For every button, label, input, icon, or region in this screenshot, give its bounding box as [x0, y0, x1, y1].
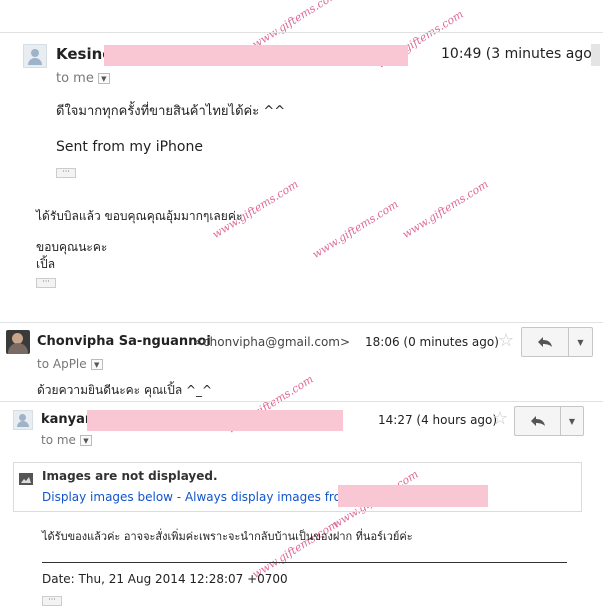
- reply-button[interactable]: [522, 328, 569, 356]
- reply-button-group: ▼: [521, 327, 593, 357]
- scrollbar[interactable]: [591, 44, 600, 66]
- image-icon: [19, 470, 33, 489]
- reply-arrow-icon: [530, 416, 545, 426]
- divider: [0, 32, 603, 33]
- images-notice-links: Display images below - Always display im…: [42, 490, 353, 504]
- message-body: ดีใจมากทุกครั้งที่ขายสินค้าไทยได้ค่ะ ^^: [56, 104, 286, 119]
- ellipsis-icon[interactable]: ···: [56, 168, 76, 178]
- chevron-down-icon[interactable]: ▼: [561, 407, 583, 435]
- divider: [0, 322, 603, 323]
- divider: [42, 562, 567, 563]
- redacted-email: [338, 485, 488, 507]
- date-line: Date: Thu, 21 Aug 2014 12:28:07 +0700: [42, 572, 288, 586]
- message-body: ได้รับของแล้วค่ะ อาจจะสั่งเพิ่มค่ะเพราะจ…: [42, 530, 413, 543]
- avatar: [6, 330, 30, 354]
- star-icon[interactable]: ☆: [498, 332, 514, 350]
- chevron-down-icon[interactable]: ▼: [90, 359, 103, 370]
- message-body: ด้วยความยินดีนะคะ คุณเปิ้ล ^_^: [37, 383, 213, 397]
- link-separator: -: [172, 490, 185, 504]
- recipient-line: to me ▼: [41, 433, 92, 447]
- sender-email: <chonvipha@gmail.com>: [193, 335, 351, 349]
- reply-button-group: ▼: [514, 406, 584, 436]
- watermark: www.giftems.com: [310, 197, 401, 262]
- watermark: www.giftems.com: [400, 177, 491, 242]
- ellipsis-icon[interactable]: ···: [42, 596, 62, 606]
- star-icon[interactable]: ☆: [492, 410, 508, 428]
- reply-text: เปิ้ล: [36, 257, 56, 271]
- person-icon: [23, 44, 47, 68]
- sender-name[interactable]: Chonvipha Sa-nguannoi: [37, 334, 211, 349]
- reply-button[interactable]: [515, 407, 561, 435]
- recipient-label: to ApPle: [37, 357, 87, 371]
- message-time: 18:06 (0 minutes ago): [365, 335, 499, 349]
- watermark: www.giftems.com: [250, 0, 341, 52]
- always-display-link[interactable]: Always display images from: [185, 490, 353, 504]
- message-time: 14:27 (4 hours ago): [378, 413, 498, 427]
- redacted-email: [87, 410, 343, 431]
- reply-text: ได้รับบิลแล้ว ขอบคุณคุณอุ้มมากๆเลยค่ะ: [36, 209, 243, 223]
- recipient-line: to ApPle ▼: [37, 357, 103, 371]
- signature: Sent from my iPhone: [56, 139, 203, 155]
- divider: [0, 401, 603, 402]
- person-icon: [13, 410, 33, 430]
- recipient-label: to me: [41, 433, 76, 447]
- chevron-down-icon[interactable]: ▼: [79, 435, 92, 446]
- message-time: 10:49 (3 minutes ago): [441, 46, 598, 62]
- recipient-label: to me: [56, 71, 94, 86]
- chevron-down-icon[interactable]: ▼: [569, 328, 592, 356]
- recipient-line: to me ▼: [56, 71, 110, 86]
- ellipsis-icon[interactable]: ···: [36, 278, 56, 288]
- display-images-link[interactable]: Display images below: [42, 490, 173, 504]
- chevron-down-icon[interactable]: ▼: [97, 73, 110, 84]
- redacted-email: [104, 45, 408, 66]
- reply-arrow-icon: [538, 337, 552, 347]
- images-notice-title: Images are not displayed.: [42, 469, 218, 483]
